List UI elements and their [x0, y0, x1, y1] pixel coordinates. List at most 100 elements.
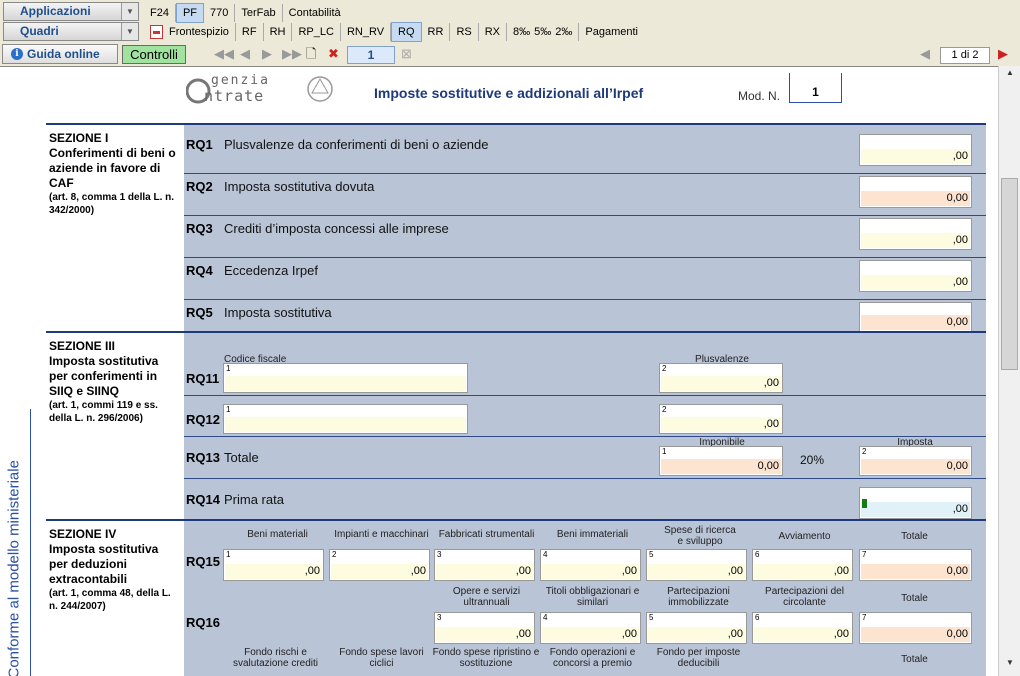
rq15-value-5[interactable]: ,00	[648, 564, 745, 579]
rq4-value[interactable]: ,00	[861, 275, 970, 290]
controlli-button[interactable]: Controlli	[122, 45, 186, 64]
vertical-scrollbar[interactable]: ▲ ▼	[998, 66, 1020, 676]
tab-rr[interactable]: RR	[422, 23, 451, 41]
first-page-icon[interactable]: ◀◀	[214, 46, 234, 62]
rq14-field[interactable]: ,00	[859, 487, 972, 519]
rq15-field-7[interactable]: 7 0,00	[859, 549, 972, 581]
field-number: 2	[862, 447, 867, 456]
section-3-subtitle: Imposta sostitutiva per conferimenti in …	[49, 354, 159, 398]
tab-rp-lc[interactable]: RP_LC	[292, 23, 341, 41]
prev-form-page-icon[interactable]: ◀	[920, 46, 930, 62]
tab-pagamenti[interactable]: Pagamenti	[579, 23, 644, 41]
rq13-imposta-field[interactable]: 2 0,00	[859, 446, 972, 476]
tab-contabilita[interactable]: Contabilità	[283, 4, 347, 22]
rq16-field-6[interactable]: 6,00	[752, 612, 853, 644]
rq16-field-7[interactable]: 7 0,00	[859, 612, 972, 644]
section-4-heading: SEZIONE IV Imposta sostitutiva per deduz…	[49, 527, 179, 613]
tab-rx[interactable]: RX	[479, 23, 507, 41]
row-line	[184, 299, 986, 300]
rq15-value-2[interactable]: ,00	[331, 564, 428, 579]
applicazioni-dropdown[interactable]: Applicazioni ▼	[3, 2, 139, 21]
tab-rh[interactable]: RH	[264, 23, 293, 41]
rq16-field-3[interactable]: 3,00	[434, 612, 535, 644]
tab-2x1000[interactable]: 2‰	[553, 23, 580, 41]
rq15-value-3[interactable]: ,00	[436, 564, 533, 579]
rq16-value-6[interactable]: ,00	[754, 627, 851, 642]
rq3-value[interactable]: ,00	[861, 233, 970, 248]
rq2-field[interactable]: 0,00	[859, 176, 972, 208]
info-icon: i	[11, 48, 23, 60]
section-1-heading: SEZIONE I Conferimenti di beni o aziende…	[49, 131, 179, 217]
rq15-field-4[interactable]: 4,00	[540, 549, 641, 581]
tab-f24[interactable]: F24	[144, 4, 176, 22]
rq15-value-6[interactable]: ,00	[754, 564, 851, 579]
rq16-value-3[interactable]: ,00	[436, 627, 533, 642]
last-page-icon[interactable]: ▶▶	[282, 46, 302, 62]
tab-770[interactable]: 770	[204, 4, 236, 22]
rq5-field[interactable]: 0,00	[859, 302, 972, 332]
rq12-codice-fiscale-field[interactable]: 1	[223, 404, 468, 434]
rq15-field-1[interactable]: 1,00	[223, 549, 324, 581]
scroll-thumb[interactable]	[1001, 178, 1018, 370]
rq11-code: RQ11	[186, 371, 220, 386]
pdf-icon[interactable]	[150, 25, 163, 40]
tab-rq[interactable]: RQ	[391, 22, 422, 42]
rq11-codice-fiscale-field[interactable]: 1	[223, 363, 468, 393]
prev-page-icon[interactable]: ◀	[240, 46, 250, 62]
rq11-codice-fiscale-input[interactable]	[225, 376, 466, 391]
rq15-field-3[interactable]: 3,00	[434, 549, 535, 581]
field-number: 7	[862, 613, 867, 622]
chevron-down-icon[interactable]: ▼	[121, 3, 138, 20]
tab-pf[interactable]: PF	[175, 3, 205, 23]
rq15-value-4[interactable]: ,00	[542, 564, 639, 579]
tab-8x1000[interactable]: 8‰	[507, 23, 532, 41]
row-line	[184, 395, 986, 396]
rq14-value[interactable]: ,00	[861, 502, 970, 517]
rq16-field-4[interactable]: 4,00	[540, 612, 641, 644]
rq16-value-4[interactable]: ,00	[542, 627, 639, 642]
new-page-icon[interactable]: 🗋	[306, 46, 316, 62]
cap-partecipazioni-circ: Partecipazioni del circolante	[765, 586, 844, 608]
rq12-plusvalenze-value[interactable]: ,00	[661, 417, 781, 432]
section-1-ref: (art. 8, comma 1 della L. n. 342/2000)	[49, 192, 175, 216]
tab-terfab[interactable]: TerFab	[235, 4, 283, 22]
rq4-field[interactable]: ,00	[859, 260, 972, 292]
tab-rf[interactable]: RF	[236, 23, 264, 41]
clear-page-icon[interactable]: ⊠	[401, 46, 412, 62]
logo-line-2: ntrate	[204, 87, 264, 105]
rq1-field[interactable]: ,00	[859, 134, 972, 166]
rq15-field-2[interactable]: 2,00	[329, 549, 430, 581]
tab-frontespizio[interactable]: Frontespizio	[144, 23, 236, 41]
rq15-value-1[interactable]: ,00	[225, 564, 322, 579]
mod-number-field[interactable]: 1	[789, 73, 842, 103]
guida-online-button[interactable]: i Guida online	[2, 44, 118, 64]
rq15-field-5[interactable]: 5,00	[646, 549, 747, 581]
rq13-imponibile-field[interactable]: 1 0,00	[659, 446, 783, 476]
rq1-value[interactable]: ,00	[861, 149, 970, 164]
delete-page-icon[interactable]: ✖	[328, 46, 339, 62]
rq16-value-5[interactable]: ,00	[648, 627, 745, 642]
page-title: Imposte sostitutive e addizionali all’Ir…	[374, 85, 644, 101]
tab-rs[interactable]: RS	[450, 23, 479, 41]
rq12-codice-fiscale-input[interactable]	[225, 417, 466, 432]
rq16-field-5[interactable]: 5,00	[646, 612, 747, 644]
rq15-field-6[interactable]: 6,00	[752, 549, 853, 581]
rq11-plusvalenze-field[interactable]: 2,00	[659, 363, 783, 393]
scroll-down-icon[interactable]: ▼	[1002, 658, 1018, 672]
chevron-down-icon[interactable]: ▼	[121, 23, 138, 40]
page-number-field[interactable]: 1	[347, 46, 395, 64]
cap-totale-rq17: Totale	[901, 654, 928, 665]
section-1-subtitle: Conferimenti di beni o aziende in favore…	[49, 146, 176, 190]
rq12-plusvalenze-field[interactable]: 2,00	[659, 404, 783, 434]
scroll-up-icon[interactable]: ▲	[1002, 68, 1018, 82]
cap-fondo-lavori: Fondo spese lavori ciclici	[339, 647, 424, 669]
next-form-page-icon[interactable]: ▶	[998, 46, 1008, 62]
next-page-icon[interactable]: ▶	[262, 46, 272, 62]
rq14-code: RQ14	[186, 492, 220, 507]
rq3-field[interactable]: ,00	[859, 218, 972, 250]
tab-rn-rv[interactable]: RN_RV	[341, 23, 392, 41]
rq11-plusvalenze-value[interactable]: ,00	[661, 376, 781, 391]
tab-frontespizio-label: Frontespizio	[169, 26, 229, 38]
tab-5x1000[interactable]: 5‰	[532, 23, 553, 41]
quadri-dropdown[interactable]: Quadri ▼	[3, 22, 139, 41]
